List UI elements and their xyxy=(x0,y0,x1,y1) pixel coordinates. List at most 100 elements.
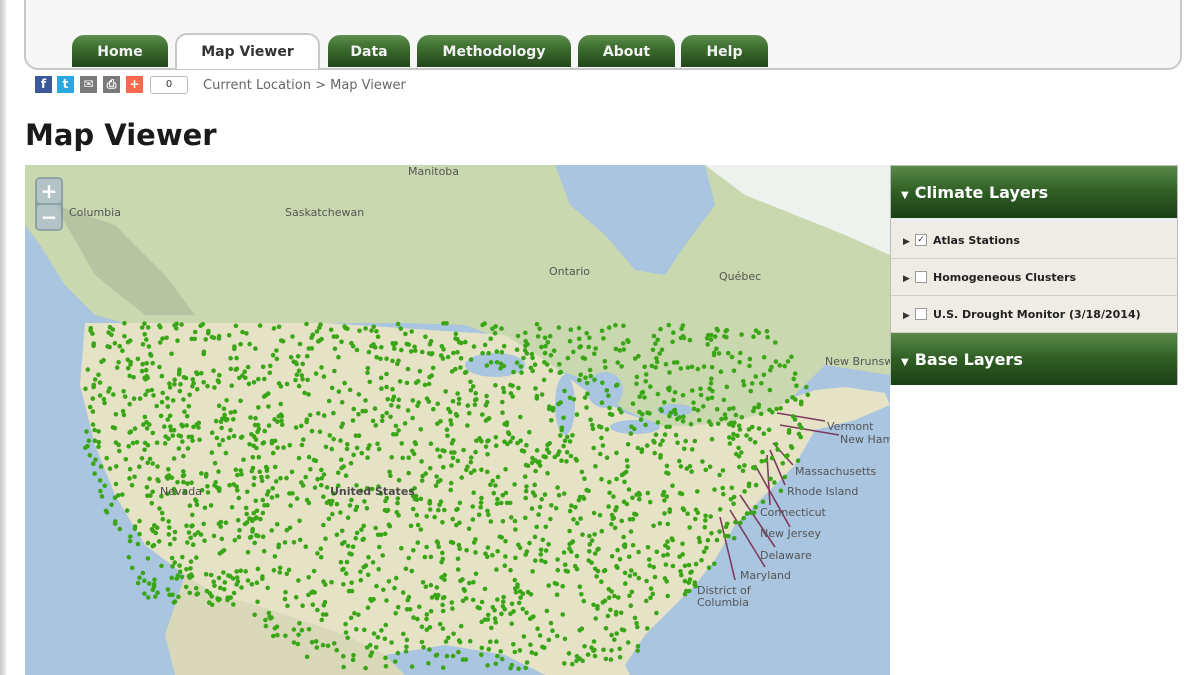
station-marker[interactable] xyxy=(613,322,618,328)
station-marker[interactable] xyxy=(204,588,210,594)
station-marker[interactable] xyxy=(592,551,598,556)
station-marker[interactable] xyxy=(329,498,335,504)
station-marker[interactable] xyxy=(211,368,216,373)
station-marker[interactable] xyxy=(365,365,371,371)
station-marker[interactable] xyxy=(523,515,528,521)
station-marker[interactable] xyxy=(203,337,208,342)
station-marker[interactable] xyxy=(237,527,242,533)
station-marker[interactable] xyxy=(462,588,468,594)
station-marker[interactable] xyxy=(507,500,513,506)
station-marker[interactable] xyxy=(695,510,701,516)
station-marker[interactable] xyxy=(455,458,461,464)
station-marker[interactable] xyxy=(392,585,397,591)
station-marker[interactable] xyxy=(251,380,257,385)
station-marker[interactable] xyxy=(537,504,543,510)
station-marker[interactable] xyxy=(311,568,317,574)
station-marker[interactable] xyxy=(453,411,459,417)
station-marker[interactable] xyxy=(142,414,148,420)
station-marker[interactable] xyxy=(533,558,538,563)
station-marker[interactable] xyxy=(371,631,377,636)
station-marker[interactable] xyxy=(514,360,520,365)
station-marker[interactable] xyxy=(373,423,379,428)
station-marker[interactable] xyxy=(287,442,293,448)
station-marker[interactable] xyxy=(652,574,658,580)
station-marker[interactable] xyxy=(459,475,465,480)
station-marker[interactable] xyxy=(391,394,397,400)
station-marker[interactable] xyxy=(366,554,371,560)
station-marker[interactable] xyxy=(239,434,245,440)
station-marker[interactable] xyxy=(404,380,410,386)
station-marker[interactable] xyxy=(440,520,445,525)
station-marker[interactable] xyxy=(399,545,404,551)
station-marker[interactable] xyxy=(480,412,485,417)
station-marker[interactable] xyxy=(440,550,445,556)
station-marker[interactable] xyxy=(437,502,442,508)
station-marker[interactable] xyxy=(566,651,572,656)
station-marker[interactable] xyxy=(144,361,149,366)
station-marker[interactable] xyxy=(640,389,646,395)
station-marker[interactable] xyxy=(275,445,280,451)
station-marker[interactable] xyxy=(92,438,98,444)
station-marker[interactable] xyxy=(190,384,195,389)
station-marker[interactable] xyxy=(135,580,141,586)
station-marker[interactable] xyxy=(265,585,270,591)
station-marker[interactable] xyxy=(114,365,120,370)
station-marker[interactable] xyxy=(537,633,543,638)
station-marker[interactable] xyxy=(548,516,553,522)
station-marker[interactable] xyxy=(740,468,746,474)
station-marker[interactable] xyxy=(427,374,432,380)
station-marker[interactable] xyxy=(626,554,632,560)
station-marker[interactable] xyxy=(604,388,610,393)
station-marker[interactable] xyxy=(423,334,428,339)
station-marker[interactable] xyxy=(570,661,575,667)
station-marker[interactable] xyxy=(220,437,226,443)
station-marker[interactable] xyxy=(209,334,215,340)
station-marker[interactable] xyxy=(315,607,320,613)
station-marker[interactable] xyxy=(297,537,303,543)
station-marker[interactable] xyxy=(440,595,446,601)
station-marker[interactable] xyxy=(181,469,186,474)
station-marker[interactable] xyxy=(751,408,756,414)
station-marker[interactable] xyxy=(643,372,649,377)
station-marker[interactable] xyxy=(714,406,720,412)
station-marker[interactable] xyxy=(519,370,524,375)
station-marker[interactable] xyxy=(628,529,634,534)
station-marker[interactable] xyxy=(621,628,627,633)
station-marker[interactable] xyxy=(606,325,612,330)
station-marker[interactable] xyxy=(406,455,412,461)
station-marker[interactable] xyxy=(140,361,145,367)
station-marker[interactable] xyxy=(695,366,701,372)
station-marker[interactable] xyxy=(307,412,313,418)
station-marker[interactable] xyxy=(577,628,582,633)
station-marker[interactable] xyxy=(615,547,620,553)
station-marker[interactable] xyxy=(231,433,237,439)
station-marker[interactable] xyxy=(179,322,184,327)
station-marker[interactable] xyxy=(534,396,540,401)
station-marker[interactable] xyxy=(485,663,490,668)
station-marker[interactable] xyxy=(557,370,562,376)
tab-about[interactable]: About xyxy=(578,35,675,67)
station-marker[interactable] xyxy=(790,414,796,419)
station-marker[interactable] xyxy=(231,417,236,422)
station-marker[interactable] xyxy=(218,585,223,591)
station-marker[interactable] xyxy=(483,444,489,449)
station-marker[interactable] xyxy=(455,556,461,562)
station-marker[interactable] xyxy=(238,341,243,347)
station-marker[interactable] xyxy=(159,563,164,569)
station-marker[interactable] xyxy=(542,350,548,356)
station-marker[interactable] xyxy=(172,382,177,387)
station-marker[interactable] xyxy=(670,563,676,569)
station-marker[interactable] xyxy=(278,475,283,481)
station-marker[interactable] xyxy=(732,420,737,425)
station-marker[interactable] xyxy=(581,598,587,604)
station-marker[interactable] xyxy=(435,447,440,453)
station-marker[interactable] xyxy=(294,372,300,377)
station-marker[interactable] xyxy=(209,602,215,608)
station-marker[interactable] xyxy=(594,574,599,579)
station-marker[interactable] xyxy=(294,496,300,501)
station-marker[interactable] xyxy=(293,377,298,383)
station-marker[interactable] xyxy=(607,479,612,485)
station-marker[interactable] xyxy=(228,366,234,372)
station-marker[interactable] xyxy=(747,356,753,362)
station-marker[interactable] xyxy=(574,553,580,559)
